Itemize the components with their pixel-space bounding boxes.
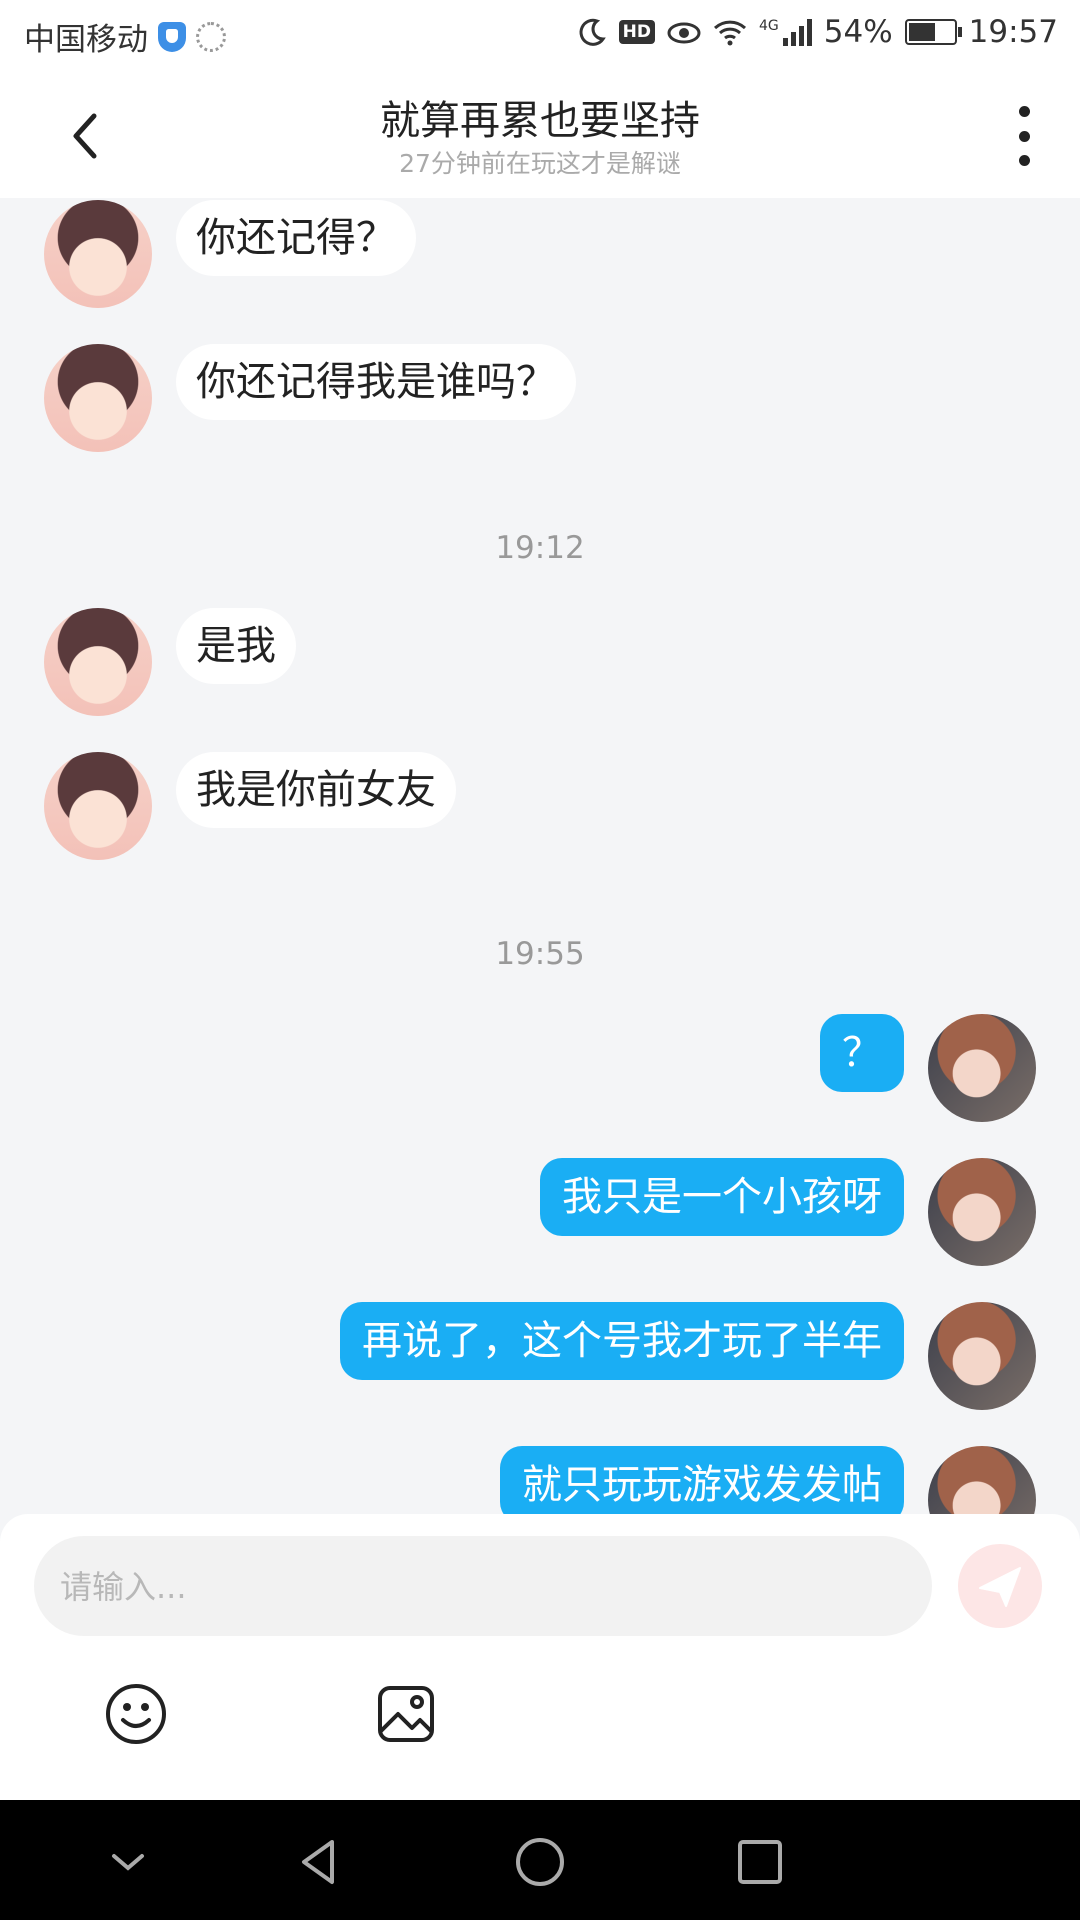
avatar[interactable] (928, 1014, 1036, 1122)
avatar[interactable] (44, 344, 152, 452)
message-bubble[interactable]: ？ (820, 1014, 904, 1092)
more-options-button[interactable] (1004, 106, 1044, 166)
avatar[interactable] (44, 608, 152, 716)
circle-home-icon (516, 1838, 564, 1886)
carrier-label: 中国移动 (24, 22, 148, 58)
send-button[interactable] (958, 1544, 1042, 1628)
square-recent-icon (738, 1840, 782, 1884)
avatar[interactable] (928, 1302, 1036, 1410)
avatar[interactable] (44, 752, 152, 860)
nav-recent-button[interactable] (732, 1834, 788, 1890)
system-nav-bar (0, 1800, 1080, 1920)
message-input[interactable] (58, 1536, 902, 1638)
avatar[interactable] (928, 1158, 1036, 1266)
image-button[interactable] (374, 1682, 438, 1746)
emoji-button[interactable] (104, 1682, 168, 1746)
message-list[interactable]: 你还记得？ 你还记得我是谁吗？ 19:12 是我 我是你前女友 19:55 ？ … (0, 198, 1080, 1518)
chat-screen: 中国移动 HD 4G 54% 19:57 就算再累也要坚持 27分钟前在玩这才是… (0, 0, 1080, 1920)
moon-icon (579, 18, 606, 46)
triangle-back-icon (302, 1840, 334, 1884)
incoming-message: 你还记得我是谁吗？ (44, 344, 576, 452)
nav-back-button[interactable] (292, 1834, 348, 1890)
input-panel (0, 1514, 1080, 1800)
message-bubble[interactable]: 再说了，这个号我才玩了半年 (340, 1302, 904, 1380)
shield-icon (158, 21, 186, 52)
hd-icon: HD (618, 20, 655, 44)
chat-subtitle: 27分钟前在玩这才是解谜 (399, 149, 681, 178)
battery-icon (904, 19, 962, 45)
chevron-down-icon (112, 1854, 144, 1871)
wifi-icon (713, 20, 747, 46)
message-bubble[interactable]: 你还记得？ (176, 200, 416, 276)
settings-icon (196, 21, 226, 52)
avatar[interactable] (44, 200, 152, 308)
outgoing-message: 我只是一个小孩呀 (540, 1158, 1036, 1266)
chat-header: 就算再累也要坚持 27分钟前在玩这才是解谜 (0, 68, 1080, 198)
avatar[interactable] (928, 1446, 1036, 1518)
timestamp: 19:12 (495, 530, 585, 566)
incoming-message: 我是你前女友 (44, 752, 456, 860)
clock: 19:57 (968, 14, 1058, 50)
incoming-message: 你还记得？ (44, 200, 416, 308)
message-bubble[interactable]: 就只玩玩游戏发发帖 (500, 1446, 904, 1518)
image-icon (378, 1686, 434, 1742)
nav-home-button[interactable] (512, 1834, 568, 1890)
status-bar: 中国移动 HD 4G 54% 19:57 (0, 0, 1080, 68)
message-bubble[interactable]: 我是你前女友 (176, 752, 456, 828)
outgoing-message: 再说了，这个号我才玩了半年 (340, 1302, 1036, 1410)
eye-icon (667, 22, 701, 44)
paper-plane-icon (979, 1567, 1021, 1607)
more-vertical-icon (1018, 106, 1030, 117)
outgoing-message: 就只玩玩游戏发发帖 (500, 1446, 1036, 1518)
smiley-icon (106, 1684, 166, 1744)
outgoing-message: ？ (820, 1014, 1036, 1122)
nav-down-button[interactable] (100, 1834, 156, 1890)
battery-percent: 54% (823, 14, 893, 50)
message-input-wrapper (34, 1536, 932, 1638)
message-bubble[interactable]: 你还记得我是谁吗？ (176, 344, 576, 420)
network-type: 4G (758, 18, 779, 34)
timestamp: 19:55 (495, 936, 585, 972)
message-bubble[interactable]: 我只是一个小孩呀 (540, 1158, 904, 1236)
incoming-message: 是我 (44, 608, 296, 716)
chat-title: 就算再累也要坚持 (380, 98, 700, 144)
message-bubble[interactable]: 是我 (176, 608, 296, 684)
signal-icon (782, 18, 812, 46)
